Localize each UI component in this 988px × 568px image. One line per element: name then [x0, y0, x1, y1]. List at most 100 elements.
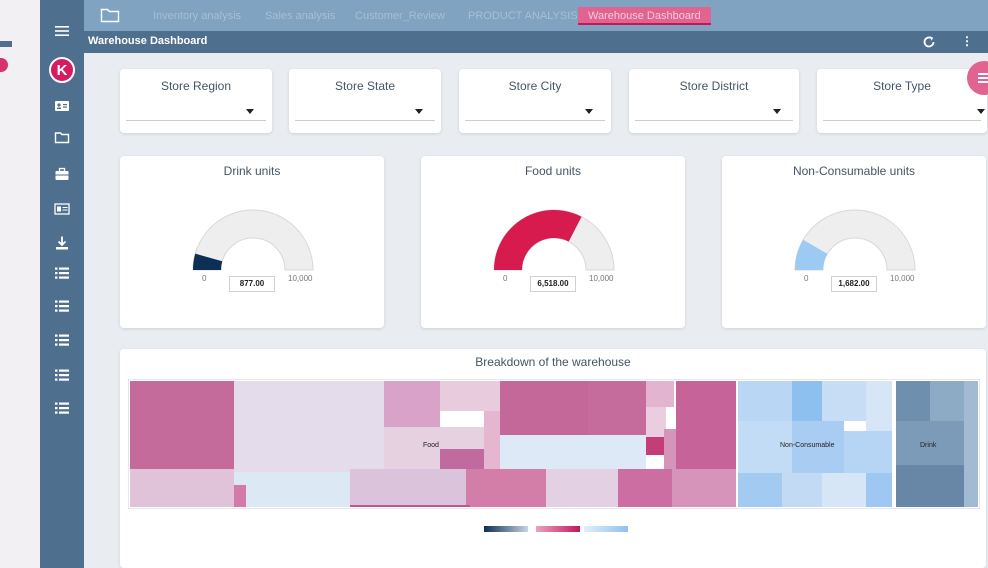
legend-non-consumable-swatch	[584, 526, 628, 532]
dashboard-title-bar: Warehouse Dashboard ⋮	[84, 31, 988, 53]
treemap-cell	[440, 381, 500, 411]
treemap-cell	[546, 469, 618, 507]
treemap-label-drink: Drink	[920, 442, 937, 449]
app-logo[interactable]: K	[49, 57, 75, 83]
gauge-max-label: 10,000	[890, 274, 915, 283]
treemap-cell	[676, 381, 736, 469]
list-icon[interactable]	[52, 297, 72, 315]
treemap-cell	[896, 381, 930, 421]
treemap-cell	[822, 473, 866, 507]
filter-store-district[interactable]: Store District	[629, 69, 799, 133]
treemap-cell	[672, 469, 736, 507]
list-icon[interactable]	[52, 366, 72, 384]
treemap-cell	[792, 381, 822, 421]
treemap-cell	[822, 381, 866, 421]
gauge-max-label: 10,000	[288, 274, 313, 283]
treemap-cell	[646, 407, 666, 437]
list-icon[interactable]	[52, 399, 72, 417]
menu-icon	[978, 77, 988, 79]
filter-underline	[126, 120, 266, 121]
more-options-icon[interactable]: ⋮	[961, 34, 973, 50]
treemap-cell	[466, 469, 546, 507]
treemap-cell	[500, 435, 646, 469]
treemap-cell	[384, 381, 440, 427]
legend-food-swatch	[536, 526, 580, 532]
treemap-cell	[130, 381, 234, 469]
filter-underline	[465, 120, 605, 121]
gauge-min-label: 0	[503, 274, 508, 283]
treemap-label-non-consumable: Non-Consumable	[780, 442, 835, 449]
filter-label: Store State	[334, 79, 396, 93]
tab-product-analysis[interactable]: PRODUCT ANALYSIS	[468, 7, 578, 25]
treemap-cell	[234, 485, 246, 507]
gauge-card-drink: Drink units 0 10,000 877.00	[120, 156, 384, 328]
dashboard-canvas: Store Region Store State Store City Stor…	[84, 53, 988, 568]
chevron-down-icon[interactable]	[977, 109, 985, 114]
filter-store-region[interactable]: Store Region	[120, 69, 272, 133]
refresh-icon[interactable]	[922, 35, 936, 49]
tab-warehouse-dashboard[interactable]: Warehouse Dashboard	[578, 7, 711, 25]
background-window-edge	[0, 0, 40, 568]
treemap-cell	[866, 381, 892, 431]
sidebar: K	[40, 0, 84, 568]
treemap-card: Breakdown of the warehouse Food Non-Cons…	[120, 349, 986, 568]
filter-underline	[635, 120, 793, 121]
treemap-cell	[664, 429, 676, 469]
warehouse-treemap[interactable]: Food Non-Consumable Drink	[128, 379, 980, 509]
gauge-min-label: 0	[804, 274, 809, 283]
treemap-cell	[844, 431, 892, 473]
treemap-cell	[646, 437, 664, 455]
folder-icon[interactable]	[52, 128, 72, 146]
contact-card-icon[interactable]	[52, 97, 72, 115]
gauge-fill	[494, 209, 582, 270]
tab-inventory-analysis[interactable]: Inventory analysis	[153, 7, 241, 25]
gauge-title: Drink units	[223, 164, 281, 178]
filter-store-city[interactable]: Store City	[459, 69, 611, 133]
filter-label: Store Type	[873, 79, 931, 93]
gauge-card-food: Food units 0 10,000 6,518.00	[421, 156, 685, 328]
treemap-cell	[350, 505, 470, 507]
chevron-down-icon[interactable]	[773, 109, 781, 114]
treemap-cell	[866, 473, 892, 507]
folder-icon[interactable]	[100, 7, 120, 23]
menu-icon[interactable]	[52, 22, 72, 40]
gauge-title: Non-Consumable units	[792, 164, 916, 178]
treemap-cell	[618, 469, 672, 507]
briefcase-icon[interactable]	[52, 165, 72, 183]
treemap-cell	[930, 381, 964, 421]
legend-drink-swatch	[484, 526, 528, 532]
treemap-cell	[964, 381, 978, 507]
background-selection-marker	[0, 41, 12, 47]
list-icon[interactable]	[52, 264, 72, 282]
filter-underline	[295, 120, 435, 121]
treemap-label-food: Food	[423, 442, 439, 449]
treemap-cell	[588, 381, 646, 435]
treemap-legend	[484, 526, 628, 532]
gauge-min-label: 0	[202, 274, 207, 283]
filter-label: Store District	[679, 79, 749, 93]
id-card-icon[interactable]	[52, 200, 72, 218]
filter-store-type[interactable]: Store Type	[817, 69, 987, 133]
treemap-cell	[738, 473, 782, 507]
gauge-value: 877.00	[229, 276, 275, 292]
filter-label: Store Region	[160, 79, 232, 93]
background-badge	[0, 58, 8, 72]
list-icon[interactable]	[52, 331, 72, 349]
tab-customer-review[interactable]: Customer_Review	[355, 7, 445, 25]
filter-underline	[823, 120, 981, 121]
treemap-cell	[500, 381, 588, 435]
treemap-cell	[782, 473, 822, 507]
treemap-cell	[440, 449, 484, 469]
treemap-cell	[896, 465, 964, 507]
chevron-down-icon[interactable]	[585, 109, 593, 114]
gauge-card-non-consumable: Non-Consumable units 0 10,000 1,682.00	[722, 156, 986, 328]
download-icon[interactable]	[52, 234, 72, 252]
treemap-cell	[130, 469, 234, 507]
chevron-down-icon[interactable]	[415, 109, 423, 114]
treemap-cell	[738, 381, 792, 421]
tab-bar: Inventory analysis Sales analysis Custom…	[84, 0, 988, 31]
tab-sales-analysis[interactable]: Sales analysis	[265, 7, 335, 25]
chevron-down-icon[interactable]	[246, 109, 254, 114]
filter-store-state[interactable]: Store State	[289, 69, 441, 133]
gauge-value: 6,518.00	[530, 276, 576, 292]
